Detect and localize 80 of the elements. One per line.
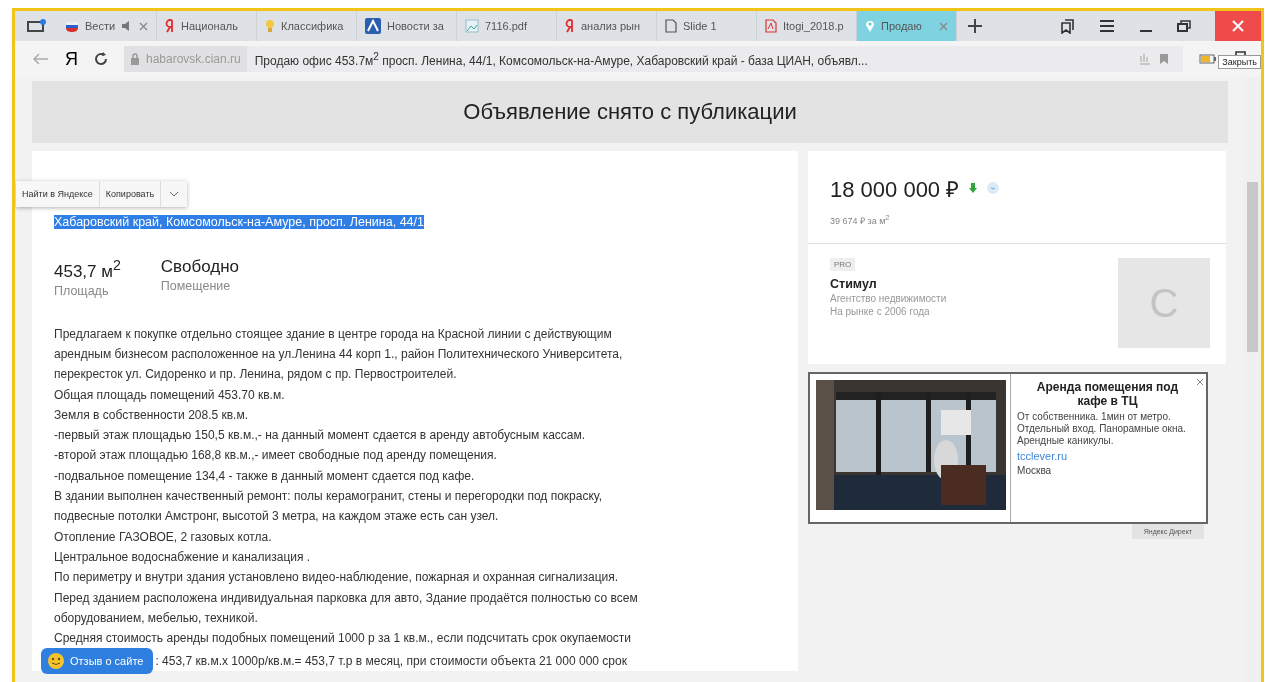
lock-icon: [130, 53, 140, 65]
fact-label: Помещение: [160, 279, 232, 293]
new-tab-icon[interactable]: [967, 18, 983, 34]
scrollbar-thumb[interactable]: [1247, 182, 1258, 352]
description-line: Отопление ГАЗОВОЕ, 2 газовых котла.: [54, 528, 273, 546]
description-line: перекресток ул. Сидоренко и пр. Ленина, рядом с пр. Первостроителей.: [54, 366, 458, 384]
close-icon[interactable]: [139, 21, 148, 31]
description-line: : 453,7 кв.м.х 1000р/кв.м.= 453,7 т.р в месяц, при стоимости объекта 21 000 000 срок: [155, 653, 627, 671]
close-window-button[interactable]: [1215, 11, 1261, 41]
agent-type: Агентство недвижимости: [830, 293, 947, 304]
description-line: В здании выполнен качественный ремонт: полы керамогранит, стены и перегородки под покраску,: [54, 488, 603, 506]
back-arrow-icon[interactable]: [33, 53, 49, 65]
description-line: Предлагаем к покупке отдельно стоящее здание в центре города на Красной линии с действующим: [54, 325, 613, 343]
tab-title: Slide 1: [683, 20, 718, 32]
location-pin-icon: [865, 19, 875, 33]
description-line: Земля в собственности 208.5 кв.м.: [54, 406, 250, 424]
description-line: арендным бизнесом расположенное на ул.Ленина 44 корп 1., район Политехнического Университета,: [54, 345, 624, 363]
battery-icon[interactable]: [1199, 54, 1217, 64]
bookmarks-icon[interactable]: [1059, 18, 1075, 34]
fact-label: Площадь: [54, 283, 110, 298]
tab-title: Itogi_2018.p: [783, 20, 845, 32]
banner: Объявление снято с публикации: [32, 81, 1228, 143]
tabs-icon[interactable]: [27, 19, 47, 33]
close-icon: [1232, 20, 1244, 32]
description-line: -второй этаж площадью 168,8 кв.м.,- имеет свободные под аренду помещения.: [54, 447, 498, 465]
description-line: Центральное водоснабжение и канализация .: [54, 548, 312, 566]
description-line: подвесные потолки Амстронг, высотой 3 метра, на каждом этаже есть сан узел.: [54, 508, 500, 526]
menu-item[interactable]: Найти в Яндексе: [16, 181, 100, 207]
pro-badge: PRO: [830, 258, 856, 271]
agent-name[interactable]: Стимул: [830, 277, 877, 291]
price: 18 000 000 ₽: [830, 176, 960, 203]
tab-title: Новости за: [387, 20, 445, 32]
feedback-button[interactable]: Отзыв о сайте: [41, 648, 154, 675]
description-line: оборудованием, мебелью, техникой.: [54, 609, 259, 627]
tab-title: 7116.pdf: [485, 20, 528, 32]
fact-value: 453,7 м$^{2}$: [54, 257, 121, 282]
tab-title: Вести: [84, 20, 116, 32]
bookmark-icon[interactable]: [1159, 53, 1169, 65]
price-per-meter: 39 674 ₽ за м$^{2}$: [830, 213, 891, 227]
down-arrow-icon: [969, 183, 978, 193]
ad-card[interactable]: Аренда помещения под кафе в ТЦ От собственника. 1мин от метро. Отдельный вход. Панорамные окна. Арендные каникулы. tcclever.ru Москва: [808, 372, 1208, 524]
address-text: Хабаровский край, Комсомольск-на-Амуре, просп. Ленина, 44/1: [54, 215, 424, 229]
tab-title: Классифика: [281, 20, 345, 32]
menu-item[interactable]: Копировать: [99, 181, 162, 207]
url-domain: habarovsk.cian.ru: [146, 52, 241, 66]
ad-city: Москва: [1017, 465, 1053, 477]
description-line: Средняя стоимость аренды подобных помещений 1000 р за 1 кв.м., если подсчитать срок окупаемости: [54, 630, 632, 648]
ad-link[interactable]: tcclever.ru: [1017, 450, 1198, 462]
close-icon[interactable]: [939, 21, 948, 31]
description-line: Общая площадь помещений 453.70 кв.м.: [54, 386, 286, 404]
ad-text: От собственника. 1мин от метро. Отдельный вход. Панорамные окна. Арендные каникулы.: [1017, 411, 1187, 447]
description-line: -первый этаж площадью 150,5 кв.м.,- на данный момент сдается в аренду автобусным кассам.: [54, 427, 587, 445]
letter-icon: [565, 19, 575, 33]
info-icon[interactable]: [987, 182, 1000, 194]
description-line: -подвальное помещение 134,4 - также в данный момент сдается под кафе.: [54, 467, 476, 485]
caret-icon[interactable]: [169, 191, 180, 197]
agent-since: На рынке с 2006 года: [830, 306, 930, 317]
address-field[interactable]: habarovsk.cian.ru Продаю офис 453.7м$^{2}$ просп. Ленина, 44/1, Комсомольск-на-Амуре, Хабаровский край - база ЦИАН, объявл...: [124, 46, 1183, 72]
tooltip: Закрыть: [1218, 55, 1261, 69]
ad-title[interactable]: Аренда помещения под кафе в ТЦ: [1017, 380, 1198, 408]
letter-icon: [165, 19, 175, 33]
tab-title: Продаю: [881, 20, 923, 32]
fact-value: Свободно: [160, 257, 239, 277]
image-icon: [465, 19, 479, 33]
description-line: По периметру и внутри здания установлено видео-наблюдение, пожарная и охранная сигнализация.: [54, 569, 620, 587]
reload-icon[interactable]: [94, 52, 108, 66]
close-icon[interactable]: [1196, 378, 1204, 386]
browser-tab[interactable]: Продаю: [857, 11, 957, 41]
pdf-icon: [765, 19, 777, 33]
page-title: Продаю офис 453.7м$^{2}$ просп. Ленина, 44/1, Комсомольск-на-Амуре, Хабаровский край - база ЦИАН, объявл...: [254, 50, 868, 68]
smiley-icon: [47, 652, 65, 671]
description-line: Перед зданием расположена индивидуальная парковка для авто, Здание продаётся полностью со всем: [54, 589, 639, 607]
menu-icon[interactable]: [1099, 19, 1115, 33]
restore-icon[interactable]: [1177, 19, 1191, 33]
tab-title: Националь: [181, 20, 239, 32]
document-icon: [665, 19, 677, 33]
bulb-icon: [265, 19, 275, 33]
flag-icon: [65, 19, 79, 33]
yandex-button[interactable]: Я: [65, 48, 78, 70]
tab-title: анализ рын: [581, 20, 642, 32]
